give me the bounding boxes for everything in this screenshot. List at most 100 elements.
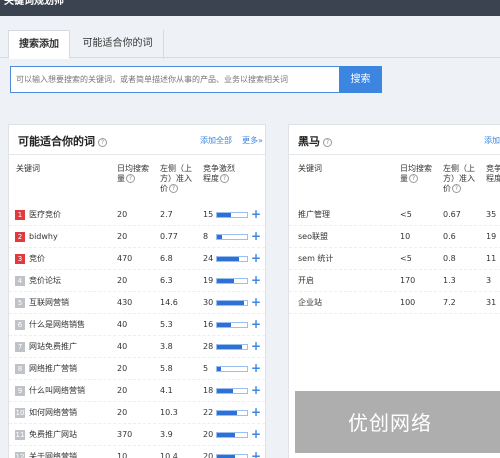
- table-row: 2 bidwhy 20 0.77 8 +: [9, 226, 265, 248]
- help-icon[interactable]: ?: [409, 174, 418, 183]
- keyword-text[interactable]: 关于网络营销: [29, 452, 77, 458]
- competition-bar: [216, 322, 248, 328]
- add-keyword-icon[interactable]: +: [251, 317, 261, 331]
- keyword-text[interactable]: 竞价论坛: [29, 276, 61, 285]
- keyword-text[interactable]: 网络推广营销: [29, 364, 77, 373]
- keyword-text[interactable]: 什么是网络销售: [29, 320, 85, 329]
- left-price-cell: 0.67: [443, 210, 461, 219]
- table-row: 12 关于网络营销 10 10.4 20 +: [9, 446, 265, 458]
- competition-value: 18: [203, 386, 214, 395]
- tab-suggested-words[interactable]: 可能适合你的词: [72, 30, 164, 59]
- competition-value: 19: [486, 232, 497, 241]
- add-keyword-icon[interactable]: +: [251, 295, 261, 309]
- column-header-competition: 竞争 程度: [486, 164, 500, 183]
- keyword-cell[interactable]: sem 统计: [298, 254, 333, 264]
- table-row: 3 竞价 470 6.8 24 +: [9, 248, 265, 270]
- keyword-cell: 3 竞价: [15, 254, 45, 264]
- competition-value: 20: [203, 452, 214, 458]
- competition-bar-fill: [217, 257, 239, 261]
- competition-bar: [216, 234, 248, 240]
- competition-bar: [216, 212, 248, 218]
- table-row: seo联盟 10 0.6 19: [289, 226, 500, 248]
- add-keyword-icon[interactable]: +: [251, 251, 261, 265]
- keyword-text[interactable]: 如何网络营销: [29, 408, 77, 417]
- add-keyword-icon[interactable]: +: [251, 339, 261, 353]
- add-keyword-icon[interactable]: +: [251, 273, 261, 287]
- keyword-text[interactable]: 竞价: [29, 254, 45, 263]
- left-price-cell: 0.6: [443, 232, 456, 241]
- more-link[interactable]: 更多»: [242, 135, 263, 146]
- tab-bar: 搜索添加 可能适合你的词: [0, 30, 500, 59]
- search-input[interactable]: [11, 67, 339, 92]
- keyword-cell: 10 如何网络营销: [15, 408, 77, 418]
- table-row: 8 网络推广营销 20 5.8 5 +: [9, 358, 265, 380]
- keyword-text[interactable]: 网站免费推广: [29, 342, 77, 351]
- rank-badge: 10: [15, 408, 25, 418]
- rank-badge: 2: [15, 232, 25, 242]
- competition-bar-fill: [217, 433, 235, 437]
- left-price-cell: 10.4: [160, 452, 178, 458]
- watermark-text: 优创网络: [348, 411, 432, 435]
- keyword-cell: 8 网络推广营销: [15, 364, 77, 374]
- table-row: 1 医疗竞价 20 2.7 15 +: [9, 204, 265, 226]
- add-keyword-icon[interactable]: +: [251, 361, 261, 375]
- help-icon[interactable]: ?: [452, 184, 461, 193]
- competition-bar-fill: [217, 235, 223, 239]
- add-keyword-icon[interactable]: +: [251, 427, 261, 441]
- column-header-left-price: 左侧（上 方）准入 价?: [443, 164, 475, 193]
- add-keyword-icon[interactable]: +: [251, 449, 261, 458]
- daily-search-cell: 20: [117, 386, 128, 395]
- column-header-daily-search: 日均搜索 量?: [117, 164, 149, 183]
- search-button[interactable]: 搜索: [339, 66, 382, 93]
- panel-header: 可能适合你的词? 添加全部 更多»: [9, 125, 265, 155]
- rank-badge: 12: [15, 452, 25, 458]
- keyword-cell[interactable]: 推广管理: [298, 210, 330, 220]
- table-row: 开启 170 1.3 3: [289, 270, 500, 292]
- rank-badge: 11: [15, 430, 25, 440]
- competition-bar: [216, 388, 248, 394]
- add-keyword-icon[interactable]: +: [251, 207, 261, 221]
- add-all-link[interactable]: 添加全部: [200, 135, 232, 146]
- suggested-words-panel: 可能适合你的词? 添加全部 更多» 关键词 日均搜索 量? 左侧（上 方）准入 …: [8, 124, 266, 458]
- add-keyword-icon[interactable]: +: [251, 405, 261, 419]
- panel-title: 可能适合你的词?: [18, 133, 107, 149]
- help-icon[interactable]: ?: [126, 174, 135, 183]
- left-price-cell: 6.3: [160, 276, 173, 285]
- rank-badge: 3: [15, 254, 25, 264]
- keyword-text[interactable]: bidwhy: [29, 232, 58, 241]
- help-icon[interactable]: ?: [169, 184, 178, 193]
- help-icon[interactable]: ?: [323, 138, 332, 147]
- keyword-text[interactable]: 医疗竞价: [29, 210, 61, 219]
- keyword-cell: 2 bidwhy: [15, 232, 58, 242]
- help-icon[interactable]: ?: [220, 174, 229, 183]
- left-price-cell: 14.6: [160, 298, 178, 307]
- keyword-cell[interactable]: 开启: [298, 276, 314, 286]
- rank-badge: 5: [15, 298, 25, 308]
- daily-search-cell: 430: [117, 298, 133, 307]
- keyword-cell[interactable]: seo联盟: [298, 232, 328, 242]
- add-keyword-icon[interactable]: +: [251, 383, 261, 397]
- keyword-text[interactable]: 互联网营销: [29, 298, 69, 307]
- competition-value: 24: [203, 254, 214, 263]
- rank-badge: 1: [15, 210, 25, 220]
- add-keyword-icon[interactable]: +: [251, 229, 261, 243]
- competition-value: 16: [203, 320, 214, 329]
- competition-value: 22: [203, 408, 214, 417]
- competition-value: 35: [486, 210, 497, 219]
- add-link[interactable]: 添加: [484, 135, 500, 146]
- keyword-cell: 6 什么是网络销售: [15, 320, 85, 330]
- daily-search-cell: 370: [117, 430, 133, 439]
- panel-header: 黑马? 添加: [289, 125, 500, 155]
- column-header-competition: 竞争激烈 程度?: [203, 164, 235, 183]
- table-row: 11 免费推广网站 370 3.9 20 +: [9, 424, 265, 446]
- daily-search-cell: <5: [400, 254, 412, 263]
- competition-value: 28: [203, 342, 214, 351]
- rank-badge: 8: [15, 364, 25, 374]
- competition-bar: [216, 300, 248, 306]
- keyword-cell[interactable]: 企业站: [298, 298, 322, 308]
- competition-bar-fill: [217, 213, 231, 217]
- help-icon[interactable]: ?: [98, 138, 107, 147]
- keyword-text[interactable]: 什么叫网络营销: [29, 386, 85, 395]
- keyword-text[interactable]: 免费推广网站: [29, 430, 77, 439]
- tab-search-add[interactable]: 搜索添加: [8, 30, 70, 59]
